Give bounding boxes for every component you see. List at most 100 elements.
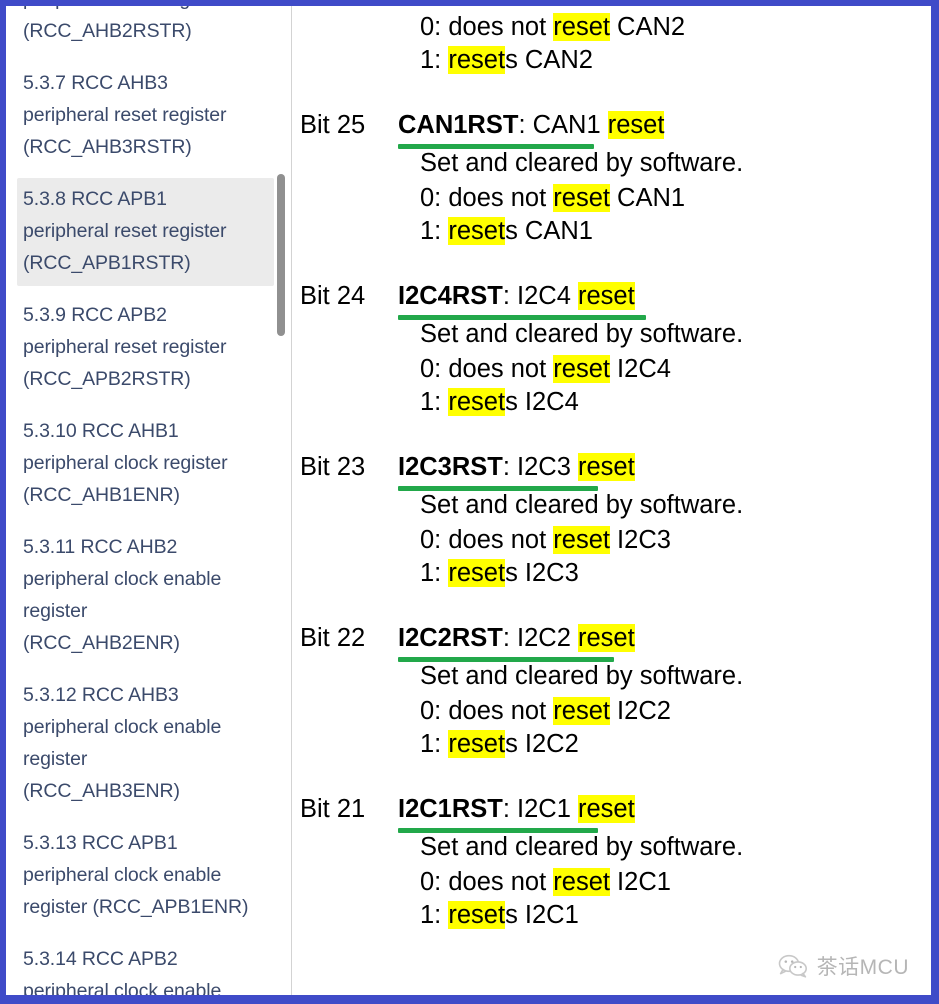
register-field-name: I2C2RST [398, 624, 503, 652]
bit-heading: Bit 21 I2C1RST: I2C1 reset [300, 789, 917, 833]
bit-detail-line: 0: does not reset CAN1 [420, 182, 917, 215]
highlighted-text: reset [553, 868, 610, 896]
watermark: 茶话MCU [778, 951, 909, 981]
bit-heading: Bit 22 I2C2RST: I2C2 reset [300, 618, 917, 662]
highlighted-text: reset [448, 46, 506, 74]
text-run: s I2C2 [505, 730, 579, 758]
text-run: 1: [420, 217, 449, 245]
toc-item-4[interactable]: 5.3.10 RCC AHB1 peripheral clock registe… [17, 410, 274, 518]
toc-item-7[interactable]: 5.3.13 RCC APB1 peripheral clock enable … [17, 822, 274, 930]
bit-field-description: : I2C3 [502, 453, 578, 481]
bit-block-bit-24: Bit 24 I2C4RST: I2C4 reset Set and cleared… [300, 276, 917, 419]
toc-item-3[interactable]: 5.3.9 RCC APB2 peripheral reset register… [17, 294, 274, 402]
text-run: 1: [420, 730, 449, 758]
highlighted-text: reset [448, 730, 506, 758]
bit-detail-line: Set and cleared by software. [420, 487, 917, 524]
bit-detail-line: 0: does not reset I2C2 [420, 695, 917, 728]
register-field-name: I2C1RST [398, 795, 503, 823]
text-run: 1: [420, 46, 449, 74]
text-run: Set and cleared by software. [420, 491, 744, 519]
text-run: 1: [420, 901, 449, 929]
toc-list: peripheral reset register (RCC_AHB2RSTR)… [6, 6, 291, 995]
toc-item-2[interactable]: 5.3.8 RCC APB1 peripheral reset register… [17, 178, 274, 286]
highlighted-text: reset [553, 184, 610, 212]
watermark-label: 茶话MCU [816, 956, 909, 979]
bit-field-title: CAN1RST: CAN1 reset [398, 105, 665, 149]
text-run: Set and cleared by software. [420, 320, 744, 348]
bit-detail-line: 1: resets CAN2 [420, 44, 917, 77]
bit-heading: Bit 24 I2C4RST: I2C4 reset [300, 276, 917, 320]
highlighted-text: reset [578, 624, 635, 652]
toc-item-1[interactable]: 5.3.7 RCC AHB3 peripheral reset register… [17, 62, 274, 170]
bit-detail-line: Set and cleared by software. [420, 829, 917, 866]
text-run: 0: does not [420, 868, 554, 896]
bit-detail-line: 1: resets I2C1 [420, 899, 917, 932]
bit-detail-line: 1: resets I2C3 [420, 557, 917, 590]
green-underline-annotation [398, 144, 594, 149]
green-underline-annotation [398, 315, 646, 320]
text-run: I2C3 [609, 526, 671, 554]
sidebar-table-of-contents[interactable]: peripheral reset register (RCC_AHB2RSTR)… [6, 6, 292, 995]
text-run: s I2C4 [505, 388, 579, 416]
bit-block-bit-22: Bit 22 I2C2RST: I2C2 reset Set and cleared… [300, 618, 917, 761]
register-field-name: I2C4RST [398, 282, 503, 310]
bit-block-bit-25: Bit 25 CAN1RST: CAN1 reset Set and cleared… [300, 105, 917, 248]
text-run: 0: does not [420, 697, 554, 725]
text-run: s I2C3 [505, 559, 579, 587]
bit-block-partial: Set and cleared by software.0: does not … [300, 6, 917, 77]
bit-detail-line: 1: resets CAN1 [420, 215, 917, 248]
bit-field-description: : I2C4 [502, 282, 578, 310]
bit-detail-line: 0: does not reset I2C4 [420, 353, 917, 386]
text-run: s I2C1 [505, 901, 579, 929]
text-run: CAN1 [609, 184, 686, 212]
sidebar-scrollbar-track[interactable] [275, 6, 287, 995]
highlighted-text: reset [448, 217, 506, 245]
highlighted-text: reset [553, 13, 610, 41]
highlighted-text: reset [448, 559, 506, 587]
viewer-content-area: peripheral reset register (RCC_AHB2RSTR)… [6, 6, 931, 995]
toc-item-5[interactable]: 5.3.11 RCC AHB2 peripheral clock enable … [17, 526, 274, 666]
highlighted-text: reset [607, 111, 665, 139]
bit-field-description: : I2C2 [502, 624, 578, 652]
green-underline-annotation [398, 828, 598, 833]
pdf-viewer-window: peripheral reset register (RCC_AHB2RSTR)… [0, 0, 939, 1004]
bit-number-label: Bit 22 [300, 624, 366, 652]
bit-heading: Bit 25 CAN1RST: CAN1 reset [300, 105, 917, 149]
bit-field-title: I2C2RST: I2C2 reset [398, 618, 635, 662]
bit-heading: Bit 23 I2C3RST: I2C3 reset [300, 447, 917, 491]
green-underline-annotation [398, 486, 598, 491]
bit-number-label: Bit 23 [300, 453, 366, 481]
text-run: 0: does not [420, 184, 554, 212]
text-run: Set and cleared by software. [420, 833, 744, 861]
highlighted-text: reset [448, 388, 506, 416]
bit-number-label: Bit 21 [300, 795, 366, 823]
wechat-icon [778, 954, 808, 978]
toc-item-6[interactable]: 5.3.12 RCC AHB3 peripheral clock enable … [17, 674, 274, 814]
bit-field-title: I2C4RST: I2C4 reset [398, 276, 646, 320]
bit-detail-line: 0: does not reset I2C1 [420, 866, 917, 899]
bit-field-description: : I2C1 [502, 795, 578, 823]
document-page[interactable]: Set and cleared by software. 0: does not … [292, 6, 931, 995]
bit-detail-line: Set and cleared by software. [420, 658, 917, 695]
toc-item-8[interactable]: 5.3.14 RCC APB2 peripheral clock enable … [17, 938, 274, 995]
register-field-name: I2C3RST [398, 453, 503, 481]
bit-field-title: I2C1RST: I2C1 reset [398, 789, 635, 833]
text-run: Set and cleared by software. [420, 149, 744, 177]
text-run: s CAN2 [505, 46, 593, 74]
highlighted-text: reset [578, 282, 635, 310]
toc-item-0[interactable]: peripheral reset register (RCC_AHB2RSTR) [17, 6, 274, 54]
bit-detail-line: Set and cleared by software. [420, 145, 917, 182]
text-run: Set and cleared by software. [420, 662, 744, 690]
text-run: I2C4 [609, 355, 671, 383]
bit-block-bit-21: Bit 21 I2C1RST: I2C1 reset Set and cleared… [300, 789, 917, 932]
text-run: 0: does not [420, 355, 554, 383]
bit-number-label: Bit 25 [300, 111, 366, 139]
sidebar-scrollbar-thumb[interactable] [277, 174, 285, 336]
bit-field-description: : CAN1 [518, 111, 608, 139]
green-underline-annotation [398, 657, 614, 662]
highlighted-text: reset [448, 901, 506, 929]
bit-detail-line: Set and cleared by software. [420, 316, 917, 353]
bit-block-bit-23: Bit 23 I2C3RST: I2C3 reset Set and cleared… [300, 447, 917, 590]
highlighted-text: reset [578, 453, 635, 481]
highlighted-text: reset [553, 526, 610, 554]
